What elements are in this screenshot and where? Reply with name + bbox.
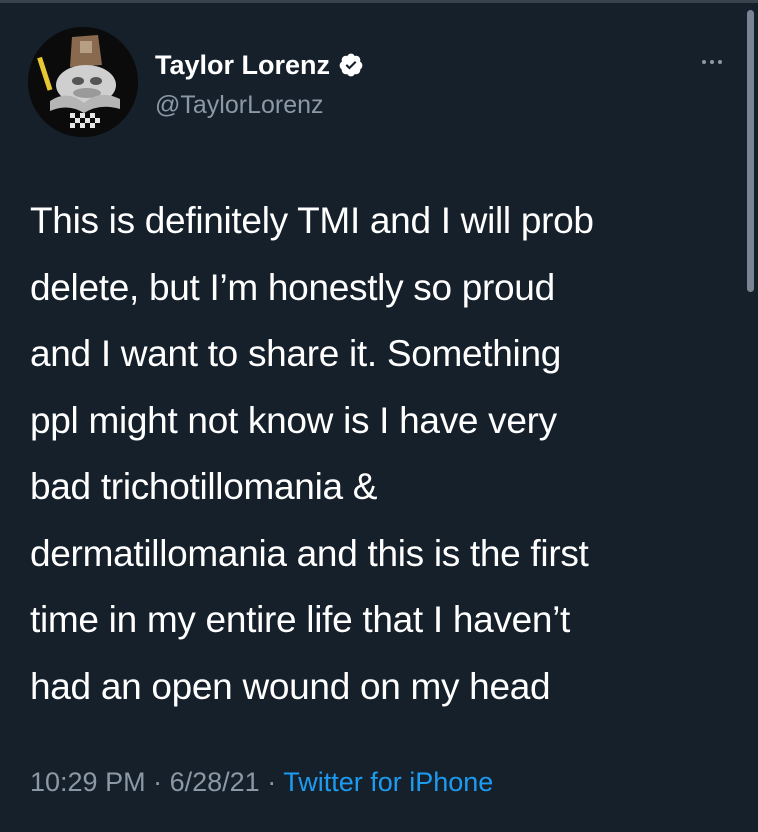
author-handle[interactable]: @TaylorLorenz: [155, 90, 324, 120]
avatar-image: [28, 27, 138, 137]
top-divider: [0, 0, 758, 3]
tweet-text-line: delete, but I’m honestly so proud: [30, 266, 555, 308]
tweet-text-line: bad trichotillomania &: [30, 466, 378, 507]
tweet-text-line: ppl might not know is I have very: [30, 399, 557, 441]
more-options-icon[interactable]: [692, 50, 732, 74]
tweet-text-line: time in my entire life that I haven’t: [30, 599, 571, 640]
meta-separator: ·: [153, 767, 163, 797]
tweet-text: This is definitely TMI and I will prob d…: [30, 188, 740, 720]
tweet-source-link[interactable]: Twitter for iPhone: [283, 767, 493, 797]
meta-separator: ·: [267, 767, 277, 797]
tweet-text-line: dermatillomania and this is the first: [30, 532, 589, 574]
author-name-row[interactable]: Taylor Lorenz: [155, 48, 364, 82]
tweet-text-line: had an open wound on my head: [30, 665, 551, 707]
scrollbar-thumb[interactable]: [747, 10, 754, 292]
tweet-text-line: This is definitely TMI and I will prob: [30, 200, 594, 241]
tweet-text-line: and I want to share it. Something: [30, 333, 562, 374]
tweet-metadata: 10:29 PM · 6/28/21 · Twitter for iPhone: [30, 765, 493, 799]
author-display-name[interactable]: Taylor Lorenz: [155, 48, 330, 82]
tweet-time[interactable]: 10:29 PM: [30, 767, 146, 797]
tweet-date[interactable]: 6/28/21: [170, 767, 260, 797]
author-avatar[interactable]: [28, 27, 138, 137]
verified-badge-icon: [338, 52, 364, 78]
